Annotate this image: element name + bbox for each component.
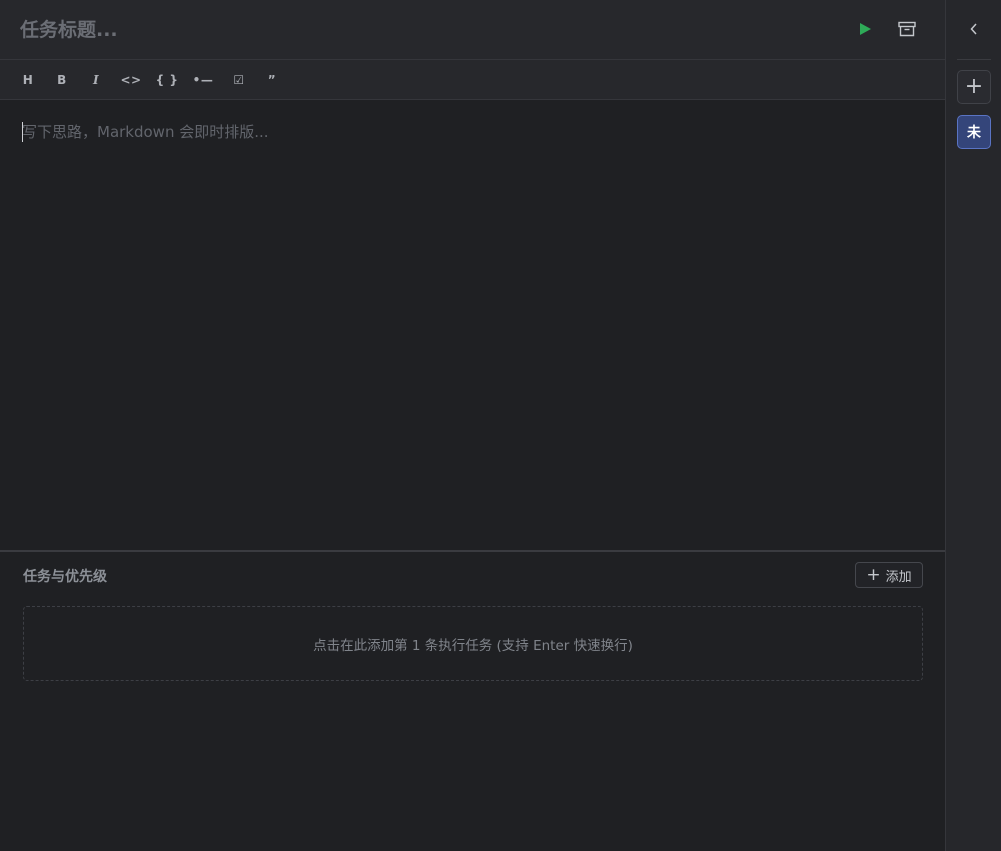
inline-code-button[interactable]: <> [119,68,143,92]
plus-icon: + [964,74,984,99]
note-tab-label: 未 [967,125,981,141]
heading-button[interactable]: H [16,68,40,92]
tasks-section: 任务与优先级 + 添加 点击在此添加第 1 条执行任务 (支持 Enter 快速… [0,552,945,851]
code-block-button[interactable]: { } [155,68,179,92]
archive-button[interactable] [893,15,921,43]
play-icon [860,23,871,35]
italic-button[interactable]: I [84,68,108,92]
add-task-label: 添加 [885,569,912,585]
plus-icon: + [866,564,881,585]
add-note-button[interactable]: + [957,70,991,104]
header-bar [0,0,945,60]
archive-icon [898,21,916,37]
format-toolbar: H B I <> { } •— ☑ ” [0,60,945,100]
note-tab[interactable]: 未 [957,115,991,149]
bullet-list-button[interactable]: •— [191,68,215,92]
collapse-sidebar-button[interactable] [960,15,988,43]
add-task-button[interactable]: + 添加 [855,562,923,588]
task-title-input[interactable] [20,14,800,46]
add-first-task-area[interactable]: 点击在此添加第 1 条执行任务 (支持 Enter 快速换行) [23,606,923,681]
markdown-editor-input[interactable] [22,120,922,540]
add-first-task-hint: 点击在此添加第 1 条执行任务 (支持 Enter 快速换行) [313,637,633,654]
markdown-editor [0,100,945,550]
app-window: H B I <> { } •— ☑ ” 任务与优先级 + 添加 点击在此添加第 … [0,0,1001,851]
right-sidebar: + 未 [945,0,1001,851]
text-caret [22,122,23,142]
sidebar-divider [957,59,991,60]
bold-button[interactable]: B [50,68,74,92]
chevron-left-icon [970,23,977,35]
checklist-button[interactable]: ☑ [227,68,251,92]
run-button[interactable] [851,15,879,43]
quote-button[interactable]: ” [260,68,284,92]
main-panel: H B I <> { } •— ☑ ” 任务与优先级 + 添加 点击在此添加第 … [0,0,945,851]
tasks-section-title: 任务与优先级 [23,569,107,585]
